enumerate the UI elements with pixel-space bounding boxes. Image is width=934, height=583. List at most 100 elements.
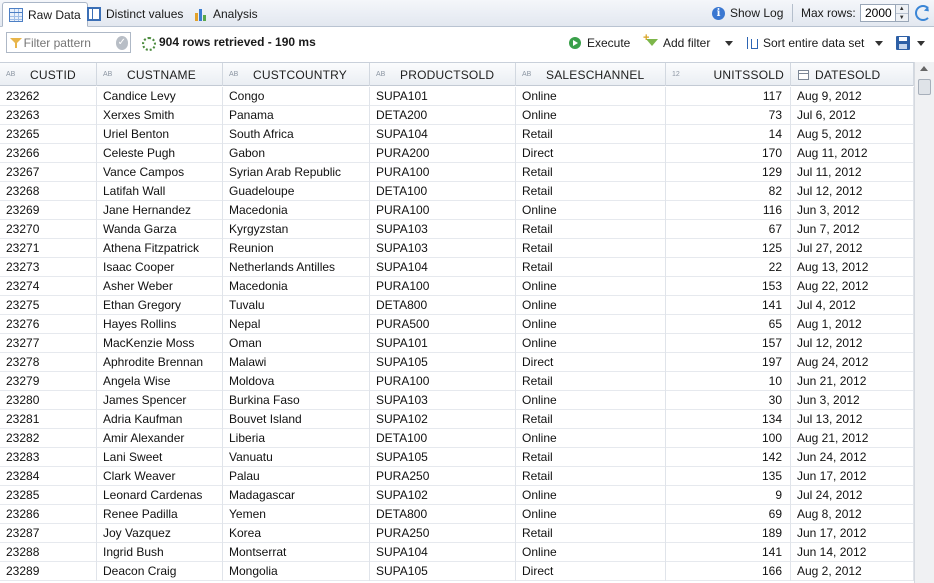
cell-custid[interactable]: 23285 [0, 486, 97, 505]
cell-custcountry[interactable]: Kyrgyzstan [223, 220, 370, 239]
cell-custname[interactable]: Aphrodite Brennan [97, 353, 223, 372]
table-row[interactable]: 23280 James Spencer Burkina Faso SUPA103 Onl… [0, 391, 914, 410]
cell-productsold[interactable]: PURA250 [370, 524, 516, 543]
cell-saleschannel[interactable]: Direct [516, 353, 666, 372]
cell-custname[interactable]: Isaac Cooper [97, 258, 223, 277]
column-header-datesold[interactable]: DATESOLD [791, 63, 914, 86]
cell-productsold[interactable]: PURA250 [370, 467, 516, 486]
cell-unitssold[interactable]: 117 [666, 87, 791, 106]
cell-productsold[interactable]: SUPA103 [370, 239, 516, 258]
cell-unitssold[interactable]: 135 [666, 467, 791, 486]
cell-custid[interactable]: 23274 [0, 277, 97, 296]
column-header-custid[interactable]: AB CUSTID [0, 63, 97, 86]
column-header-custname[interactable]: AB CUSTNAME [97, 63, 223, 86]
cell-productsold[interactable]: SUPA105 [370, 562, 516, 581]
spinner-up-icon[interactable]: ▲ [895, 5, 908, 14]
cell-unitssold[interactable]: 142 [666, 448, 791, 467]
cell-productsold[interactable]: PURA100 [370, 201, 516, 220]
cell-datesold[interactable]: Aug 21, 2012 [791, 429, 914, 448]
refresh-icon[interactable] [914, 5, 931, 21]
cell-datesold[interactable]: Aug 24, 2012 [791, 353, 914, 372]
cell-saleschannel[interactable]: Online [516, 315, 666, 334]
cell-unitssold[interactable]: 129 [666, 163, 791, 182]
cell-datesold[interactable]: Aug 5, 2012 [791, 125, 914, 144]
cell-saleschannel[interactable]: Online [516, 505, 666, 524]
cell-custname[interactable]: Leonard Cardenas [97, 486, 223, 505]
table-row[interactable]: 23263 Xerxes Smith Panama DETA200 Online 73 Ju… [0, 106, 914, 125]
cell-custname[interactable]: Asher Weber [97, 277, 223, 296]
sort-button[interactable]: Sort entire data set [745, 34, 864, 52]
cell-custcountry[interactable]: Malawi [223, 353, 370, 372]
cell-unitssold[interactable]: 141 [666, 296, 791, 315]
table-row[interactable]: 23287 Joy Vazquez Korea PURA250 Retail 189 Jun… [0, 524, 914, 543]
cell-unitssold[interactable]: 73 [666, 106, 791, 125]
cell-custcountry[interactable]: Montserrat [223, 543, 370, 562]
cell-custid[interactable]: 23263 [0, 106, 97, 125]
cell-unitssold[interactable]: 197 [666, 353, 791, 372]
cell-productsold[interactable]: DETA800 [370, 505, 516, 524]
column-header-saleschannel[interactable]: AB SALESCHANNEL [516, 63, 666, 86]
cell-custname[interactable]: Jane Hernandez [97, 201, 223, 220]
cell-custid[interactable]: 23271 [0, 239, 97, 258]
save-dropdown[interactable] [917, 34, 925, 52]
cell-unitssold[interactable]: 134 [666, 410, 791, 429]
cell-datesold[interactable]: Jun 24, 2012 [791, 448, 914, 467]
cell-productsold[interactable]: SUPA102 [370, 486, 516, 505]
cell-unitssold[interactable]: 82 [666, 182, 791, 201]
cell-saleschannel[interactable]: Retail [516, 524, 666, 543]
cell-custcountry[interactable]: Macedonia [223, 277, 370, 296]
cell-custcountry[interactable]: South Africa [223, 125, 370, 144]
cell-custcountry[interactable]: Gabon [223, 144, 370, 163]
cell-custcountry[interactable]: Oman [223, 334, 370, 353]
cell-productsold[interactable]: SUPA102 [370, 410, 516, 429]
cell-unitssold[interactable]: 189 [666, 524, 791, 543]
cell-productsold[interactable]: PURA500 [370, 315, 516, 334]
cell-unitssold[interactable]: 170 [666, 144, 791, 163]
cell-saleschannel[interactable]: Retail [516, 372, 666, 391]
cell-custname[interactable]: Wanda Garza [97, 220, 223, 239]
cell-saleschannel[interactable]: Retail [516, 125, 666, 144]
cell-productsold[interactable]: DETA100 [370, 429, 516, 448]
cell-custid[interactable]: 23284 [0, 467, 97, 486]
cell-custname[interactable]: Uriel Benton [97, 125, 223, 144]
cell-custcountry[interactable]: Reunion [223, 239, 370, 258]
cell-saleschannel[interactable]: Online [516, 87, 666, 106]
cell-custname[interactable]: Lani Sweet [97, 448, 223, 467]
cell-datesold[interactable]: Aug 1, 2012 [791, 315, 914, 334]
spinner-down-icon[interactable]: ▼ [896, 14, 908, 22]
cell-saleschannel[interactable]: Retail [516, 258, 666, 277]
cell-custname[interactable]: Hayes Rollins [97, 315, 223, 334]
cell-custid[interactable]: 23287 [0, 524, 97, 543]
add-filter-button[interactable]: Add filter [643, 32, 710, 52]
cell-custname[interactable]: Joy Vazquez [97, 524, 223, 543]
cell-custid[interactable]: 23266 [0, 144, 97, 163]
cell-saleschannel[interactable]: Direct [516, 144, 666, 163]
table-row[interactable]: 23282 Amir Alexander Liberia DETA100 Online 1… [0, 429, 914, 448]
cell-unitssold[interactable]: 10 [666, 372, 791, 391]
cell-custcountry[interactable]: Congo [223, 87, 370, 106]
cell-unitssold[interactable]: 67 [666, 220, 791, 239]
filter-field[interactable]: ✓ [6, 32, 131, 53]
cell-custid[interactable]: 23289 [0, 562, 97, 581]
table-row[interactable]: 23270 Wanda Garza Kyrgyzstan SUPA103 Retail 6… [0, 220, 914, 239]
cell-custid[interactable]: 23262 [0, 87, 97, 106]
table-row[interactable]: 23274 Asher Weber Macedonia PURA100 Online 15… [0, 277, 914, 296]
table-row[interactable]: 23288 Ingrid Bush Montserrat SUPA104 Online 1… [0, 543, 914, 562]
table-row[interactable]: 23284 Clark Weaver Palau PURA250 Retail 135 Ju… [0, 467, 914, 486]
cell-custcountry[interactable]: Vanuatu [223, 448, 370, 467]
cell-custid[interactable]: 23279 [0, 372, 97, 391]
cell-unitssold[interactable]: 116 [666, 201, 791, 220]
table-row[interactable]: 23265 Uriel Benton South Africa SUPA104 Reta… [0, 125, 914, 144]
column-header-productsold[interactable]: AB PRODUCTSOLD [370, 63, 516, 86]
cell-saleschannel[interactable]: Online [516, 201, 666, 220]
cell-custname[interactable]: Athena Fitzpatrick [97, 239, 223, 258]
cell-unitssold[interactable]: 69 [666, 505, 791, 524]
cell-custcountry[interactable]: Macedonia [223, 201, 370, 220]
table-row[interactable]: 23262 Candice Levy Congo SUPA101 Online 117 Au… [0, 87, 914, 106]
cell-custid[interactable]: 23281 [0, 410, 97, 429]
cell-custcountry[interactable]: Bouvet Island [223, 410, 370, 429]
cell-datesold[interactable]: Aug 22, 2012 [791, 277, 914, 296]
cell-custcountry[interactable]: Korea [223, 524, 370, 543]
cell-saleschannel[interactable]: Online [516, 391, 666, 410]
cell-custname[interactable]: Xerxes Smith [97, 106, 223, 125]
